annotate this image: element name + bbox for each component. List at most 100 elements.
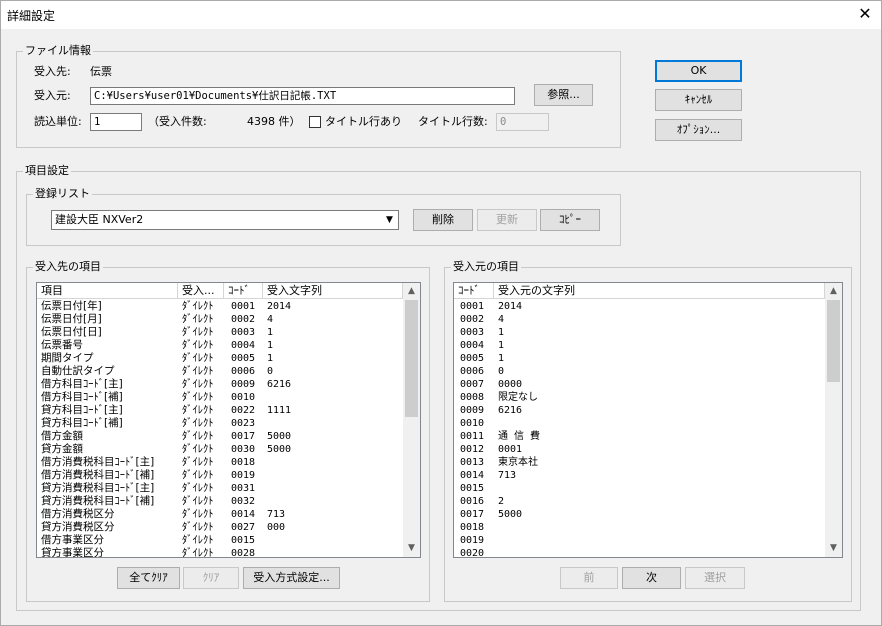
table-row[interactable]: 0009 6216 bbox=[454, 404, 825, 417]
source-path-field[interactable]: C:¥Users¥user01¥Documents¥仕訳日記帳.TXT bbox=[90, 87, 515, 105]
dest-items-scrollbar[interactable]: ▲ ▼ bbox=[403, 283, 420, 557]
ok-button[interactable]: OK bbox=[655, 60, 742, 82]
table-row[interactable]: 0010 bbox=[454, 417, 825, 430]
update-button[interactable]: 更新 bbox=[477, 209, 537, 231]
string-cell: 6216 bbox=[498, 405, 523, 416]
scroll-thumb[interactable] bbox=[405, 300, 418, 417]
table-row[interactable]: 貸方消費税科目ｺｰﾄﾞ[補] ﾀﾞｲﾚｸﾄ 0032 bbox=[37, 495, 403, 508]
scroll-thumb[interactable] bbox=[827, 300, 840, 382]
item-name-cell: 伝票日付[年] bbox=[41, 300, 102, 312]
scroll-up-icon[interactable]: ▲ bbox=[403, 283, 420, 300]
table-row[interactable]: 0011 通 信 費 bbox=[454, 430, 825, 443]
string-cell: 1 bbox=[267, 327, 274, 338]
table-row[interactable]: 貸方科目ｺｰﾄﾞ[補] ﾀﾞｲﾚｸﾄ 0023 bbox=[37, 417, 403, 430]
string-cell: 2014 bbox=[498, 301, 523, 312]
clear-all-button[interactable]: 全てｸﾘｱ bbox=[117, 567, 180, 589]
method-cell: ﾀﾞｲﾚｸﾄ bbox=[182, 469, 214, 481]
dest-col-code[interactable]: ｺｰﾄﾞ bbox=[224, 283, 263, 299]
table-row[interactable]: 0020 bbox=[454, 547, 825, 557]
string-cell bbox=[498, 521, 818, 534]
delete-button[interactable]: 削除 bbox=[413, 209, 473, 231]
chevron-down-icon[interactable]: ▼ bbox=[381, 211, 398, 229]
table-row[interactable]: 0007 0000 bbox=[454, 378, 825, 391]
table-row[interactable]: 0001 2014 bbox=[454, 300, 825, 313]
table-row[interactable]: 期間タイプ ﾀﾞｲﾚｸﾄ 0005 1 bbox=[37, 352, 403, 365]
string-cell: 1 bbox=[498, 353, 505, 364]
table-row[interactable]: 借方消費税科目ｺｰﾄﾞ[補] ﾀﾞｲﾚｸﾄ 0019 bbox=[37, 469, 403, 482]
item-name-cell: 借方科目ｺｰﾄﾞ[補] bbox=[41, 391, 123, 403]
dest-col-string[interactable]: 受入文字列 bbox=[263, 283, 403, 299]
table-row[interactable]: 貸方金額 ﾀﾞｲﾚｸﾄ 0030 5000 bbox=[37, 443, 403, 456]
code-cell: 0017 bbox=[460, 509, 485, 520]
code-cell: 0031 bbox=[231, 483, 256, 494]
table-row[interactable]: 0014 713 bbox=[454, 469, 825, 482]
item-name-cell: 貸方科目ｺｰﾄﾞ[主] bbox=[41, 404, 123, 416]
method-cell: ﾀﾞｲﾚｸﾄ bbox=[182, 547, 214, 557]
close-icon[interactable]: ✕ bbox=[855, 4, 875, 24]
source-items-list[interactable]: ｺｰﾄﾞ 受入元の文字列 0001 2014 0002 4 0003 1 0004 1 0005… bbox=[453, 282, 843, 558]
table-row[interactable]: 0017 5000 bbox=[454, 508, 825, 521]
table-row[interactable]: 0018 bbox=[454, 521, 825, 534]
clear-button[interactable]: ｸﾘｱ bbox=[183, 567, 239, 589]
options-button[interactable]: ｵﾌﾟｼｮﾝ... bbox=[655, 119, 742, 141]
table-row[interactable]: 0002 4 bbox=[454, 313, 825, 326]
code-cell: 0005 bbox=[460, 353, 485, 364]
table-row[interactable]: 借方消費税科目ｺｰﾄﾞ[主] ﾀﾞｲﾚｸﾄ 0018 bbox=[37, 456, 403, 469]
dest-items-list[interactable]: 項目 受入... ｺｰﾄﾞ 受入文字列 伝票日付[年] ﾀﾞｲﾚｸﾄ 0001 201… bbox=[36, 282, 421, 558]
source-col-string[interactable]: 受入元の文字列 bbox=[494, 283, 825, 299]
code-cell: 0006 bbox=[231, 366, 256, 377]
table-row[interactable]: 借方消費税区分 ﾀﾞｲﾚｸﾄ 0014 713 bbox=[37, 508, 403, 521]
next-button[interactable]: 次 bbox=[622, 567, 681, 589]
code-cell: 0002 bbox=[460, 314, 485, 325]
table-row[interactable]: 自動仕訳タイプ ﾀﾞｲﾚｸﾄ 0006 0 bbox=[37, 365, 403, 378]
dest-col-method[interactable]: 受入... bbox=[178, 283, 224, 299]
table-row[interactable]: 伝票日付[月] ﾀﾞｲﾚｸﾄ 0002 4 bbox=[37, 313, 403, 326]
table-row[interactable]: 0004 1 bbox=[454, 339, 825, 352]
title-row-checkbox[interactable] bbox=[309, 116, 321, 128]
table-row[interactable]: 伝票番号 ﾀﾞｲﾚｸﾄ 0004 1 bbox=[37, 339, 403, 352]
string-cell bbox=[498, 417, 818, 430]
scroll-up-icon[interactable]: ▲ bbox=[825, 283, 842, 300]
code-cell: 0011 bbox=[460, 431, 485, 442]
copy-button[interactable]: ｺﾋﾟｰ bbox=[540, 209, 600, 231]
dest-col-item[interactable]: 項目 bbox=[37, 283, 178, 299]
browse-button[interactable]: 参照... bbox=[534, 84, 593, 106]
table-row[interactable]: 借方事業区分 ﾀﾞｲﾚｸﾄ 0015 bbox=[37, 534, 403, 547]
table-row[interactable]: 0013 東京本社 bbox=[454, 456, 825, 469]
register-list-dropdown[interactable]: 建設大臣 NXVer2 ▼ bbox=[51, 210, 399, 230]
prev-button[interactable]: 前 bbox=[560, 567, 618, 589]
table-row[interactable]: 0005 1 bbox=[454, 352, 825, 365]
source-col-code[interactable]: ｺｰﾄﾞ bbox=[454, 283, 494, 299]
read-unit-field[interactable]: 1 bbox=[90, 113, 142, 131]
item-name-cell: 貸方消費税科目ｺｰﾄﾞ[主] bbox=[41, 482, 155, 494]
table-row[interactable]: 借方科目ｺｰﾄﾞ[補] ﾀﾞｲﾚｸﾄ 0010 bbox=[37, 391, 403, 404]
table-row[interactable]: 0006 0 bbox=[454, 365, 825, 378]
title-row-count-field[interactable]: 0 bbox=[496, 113, 549, 131]
item-name-cell: 自動仕訳タイプ bbox=[41, 365, 115, 377]
table-row[interactable]: 0003 1 bbox=[454, 326, 825, 339]
scroll-down-icon[interactable]: ▼ bbox=[825, 540, 842, 557]
method-settings-button[interactable]: 受入方式設定... bbox=[243, 567, 340, 589]
table-row[interactable]: 貸方事業区分 ﾀﾞｲﾚｸﾄ 0028 bbox=[37, 547, 403, 557]
table-row[interactable]: 貸方科目ｺｰﾄﾞ[主] ﾀﾞｲﾚｸﾄ 0022 1111 bbox=[37, 404, 403, 417]
table-row[interactable]: 0008 限定なし bbox=[454, 391, 825, 404]
source-items-scrollbar[interactable]: ▲ ▼ bbox=[825, 283, 842, 557]
table-row[interactable]: 0012 0001 bbox=[454, 443, 825, 456]
method-cell: ﾀﾞｲﾚｸﾄ bbox=[182, 521, 214, 533]
table-row[interactable]: 貸方消費税区分 ﾀﾞｲﾚｸﾄ 0027 000 bbox=[37, 521, 403, 534]
table-row[interactable]: 伝票日付[日] ﾀﾞｲﾚｸﾄ 0003 1 bbox=[37, 326, 403, 339]
scroll-down-icon[interactable]: ▼ bbox=[403, 540, 420, 557]
table-row[interactable]: 0019 bbox=[454, 534, 825, 547]
table-row[interactable]: 借方科目ｺｰﾄﾞ[主] ﾀﾞｲﾚｸﾄ 0009 6216 bbox=[37, 378, 403, 391]
table-row[interactable]: 0016 2 bbox=[454, 495, 825, 508]
code-cell: 0030 bbox=[231, 444, 256, 455]
table-row[interactable]: 伝票日付[年] ﾀﾞｲﾚｸﾄ 0001 2014 bbox=[37, 300, 403, 313]
item-name-cell: 借方科目ｺｰﾄﾞ[主] bbox=[41, 378, 123, 390]
select-button[interactable]: 選択 bbox=[685, 567, 745, 589]
table-row[interactable]: 貸方消費税科目ｺｰﾄﾞ[主] ﾀﾞｲﾚｸﾄ 0031 bbox=[37, 482, 403, 495]
item-settings-legend: 項目設定 bbox=[23, 164, 71, 178]
cancel-button[interactable]: ｷｬﾝｾﾙ bbox=[655, 89, 742, 111]
table-row[interactable]: 0015 bbox=[454, 482, 825, 495]
item-name-cell: 伝票日付[月] bbox=[41, 313, 102, 325]
table-row[interactable]: 借方金額 ﾀﾞｲﾚｸﾄ 0017 5000 bbox=[37, 430, 403, 443]
